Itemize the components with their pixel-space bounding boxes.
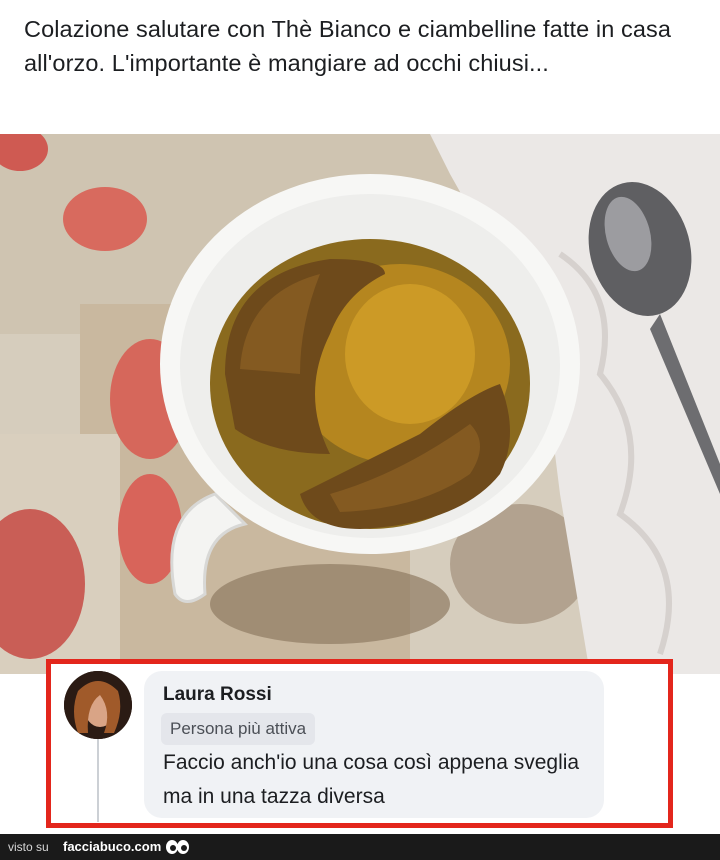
avatar[interactable] bbox=[64, 671, 132, 739]
thread-line bbox=[97, 738, 99, 822]
post-photo[interactable] bbox=[0, 134, 720, 674]
footer-site-name[interactable]: facciabuco.com bbox=[63, 834, 161, 860]
tea-cup-photo bbox=[0, 134, 720, 674]
post-text: Colazione salutare con Thè Bianco e ciam… bbox=[24, 16, 672, 76]
comment-text: Faccio anch'io una cosa così appena sveg… bbox=[163, 751, 580, 808]
watermark-footer: visto su facciabuco.com bbox=[0, 834, 720, 860]
footer-visto-label: visto su bbox=[8, 840, 49, 854]
comment-author-name[interactable]: Laura Rossi bbox=[163, 684, 272, 706]
top-fan-badge: Persona più attiva bbox=[161, 713, 316, 745]
eyes-icon bbox=[165, 838, 189, 860]
avatar-photo bbox=[64, 671, 132, 739]
